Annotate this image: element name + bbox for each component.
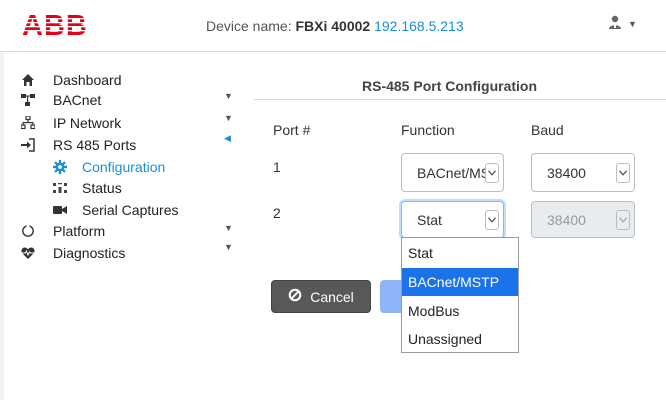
home-icon xyxy=(20,72,36,88)
user-icon xyxy=(608,15,622,32)
sidebar-item-serial-captures[interactable]: Serial Captures xyxy=(52,200,179,220)
status-grid-icon xyxy=(52,180,68,196)
select-value: Stat xyxy=(417,212,442,228)
sidebar-item-label: Diagnostics xyxy=(53,245,126,261)
gear-icon xyxy=(52,159,68,175)
top-header: ABB Device name: FBXi 40002 192.168.5.21… xyxy=(0,0,666,52)
select-value: 38400 xyxy=(547,212,586,228)
ip-network-expand-arrow[interactable]: ▼ xyxy=(224,113,233,123)
chevron-down-icon xyxy=(485,163,499,183)
dropdown-option-unassigned[interactable]: Unassigned xyxy=(402,325,518,353)
dropdown-option-modbus[interactable]: ModBus xyxy=(402,297,518,325)
sidebar-item-dashboard[interactable]: Dashboard xyxy=(20,70,122,90)
abb-logo: ABB xyxy=(22,10,94,42)
port-number-2: 2 xyxy=(273,205,281,221)
device-label: Device name: xyxy=(206,18,296,34)
port-2-function-select[interactable]: Stat xyxy=(401,201,504,238)
power-icon xyxy=(20,223,36,239)
port-1-function-select[interactable]: BACnet/MSTP xyxy=(401,153,504,192)
port-1-baud-select[interactable]: 38400 xyxy=(531,153,635,192)
dropdown-option-bacnet-mstp[interactable]: BACnet/MSTP xyxy=(402,268,518,296)
dropdown-option-stat[interactable]: Stat xyxy=(402,239,518,267)
sign-in-icon xyxy=(20,137,36,153)
sidebar-item-status[interactable]: Status xyxy=(52,178,122,198)
sidebar-item-label: Serial Captures xyxy=(82,202,179,218)
user-menu[interactable]: ▼ xyxy=(608,15,637,32)
device-name: FBXi 40002 xyxy=(295,18,371,34)
chevron-down-icon xyxy=(485,210,499,230)
sidebar-item-configuration[interactable]: Configuration xyxy=(52,157,165,177)
sidebar-item-label: Status xyxy=(82,180,122,196)
title-divider xyxy=(254,99,666,100)
sidebar-item-label: BACnet xyxy=(53,92,102,108)
video-camera-icon xyxy=(52,202,68,218)
column-header-function: Function xyxy=(401,122,455,138)
sidebar-item-label: Configuration xyxy=(82,159,166,175)
platform-expand-arrow[interactable]: ▼ xyxy=(224,223,233,233)
port-2-baud-select: 38400 xyxy=(531,201,635,238)
sidebar-item-label: IP Network xyxy=(53,115,122,131)
select-value: BACnet/MSTP xyxy=(417,165,489,181)
diagnostics-expand-arrow[interactable]: ▼ xyxy=(224,242,233,252)
select-value: 38400 xyxy=(547,165,586,181)
window-edge xyxy=(0,52,4,400)
rs485-collapse-arrow[interactable]: ◀ xyxy=(224,133,231,144)
sidebar-item-bacnet[interactable]: BACnet xyxy=(20,90,101,110)
device-ip: 192.168.5.213 xyxy=(374,18,464,34)
sidebar-item-rs485-ports[interactable]: RS 485 Ports xyxy=(20,135,136,155)
heartbeat-icon xyxy=(20,245,36,261)
device-info: Device name: FBXi 40002 192.168.5.213 xyxy=(206,18,464,34)
ban-icon xyxy=(288,288,302,305)
port-number-1: 1 xyxy=(273,159,281,175)
sidebar-item-diagnostics[interactable]: Diagnostics xyxy=(20,243,125,263)
bacnet-expand-arrow[interactable]: ▼ xyxy=(224,91,233,101)
sidebar-item-platform[interactable]: Platform xyxy=(20,221,105,241)
chevron-down-icon: ▼ xyxy=(628,18,637,29)
sidebar-item-label: RS 485 Ports xyxy=(53,137,137,153)
cancel-button[interactable]: Cancel xyxy=(271,280,371,313)
svg-text:ABB: ABB xyxy=(22,11,88,37)
page-title: RS-485 Port Configuration xyxy=(362,78,538,94)
sidebar-item-ip-network[interactable]: IP Network xyxy=(20,113,121,133)
sidebar-item-label: Platform xyxy=(53,223,106,239)
sitemap-icon xyxy=(20,115,36,131)
column-header-baud: Baud xyxy=(531,122,564,138)
chevron-down-icon xyxy=(616,210,630,230)
function-dropdown-list: Stat BACnet/MSTP ModBus Unassigned xyxy=(401,237,519,353)
sidebar-item-label: Dashboard xyxy=(53,72,122,88)
cancel-button-label: Cancel xyxy=(310,288,354,305)
network-tree-icon xyxy=(20,92,36,108)
column-header-port: Port # xyxy=(273,122,311,138)
chevron-down-icon xyxy=(616,163,630,183)
